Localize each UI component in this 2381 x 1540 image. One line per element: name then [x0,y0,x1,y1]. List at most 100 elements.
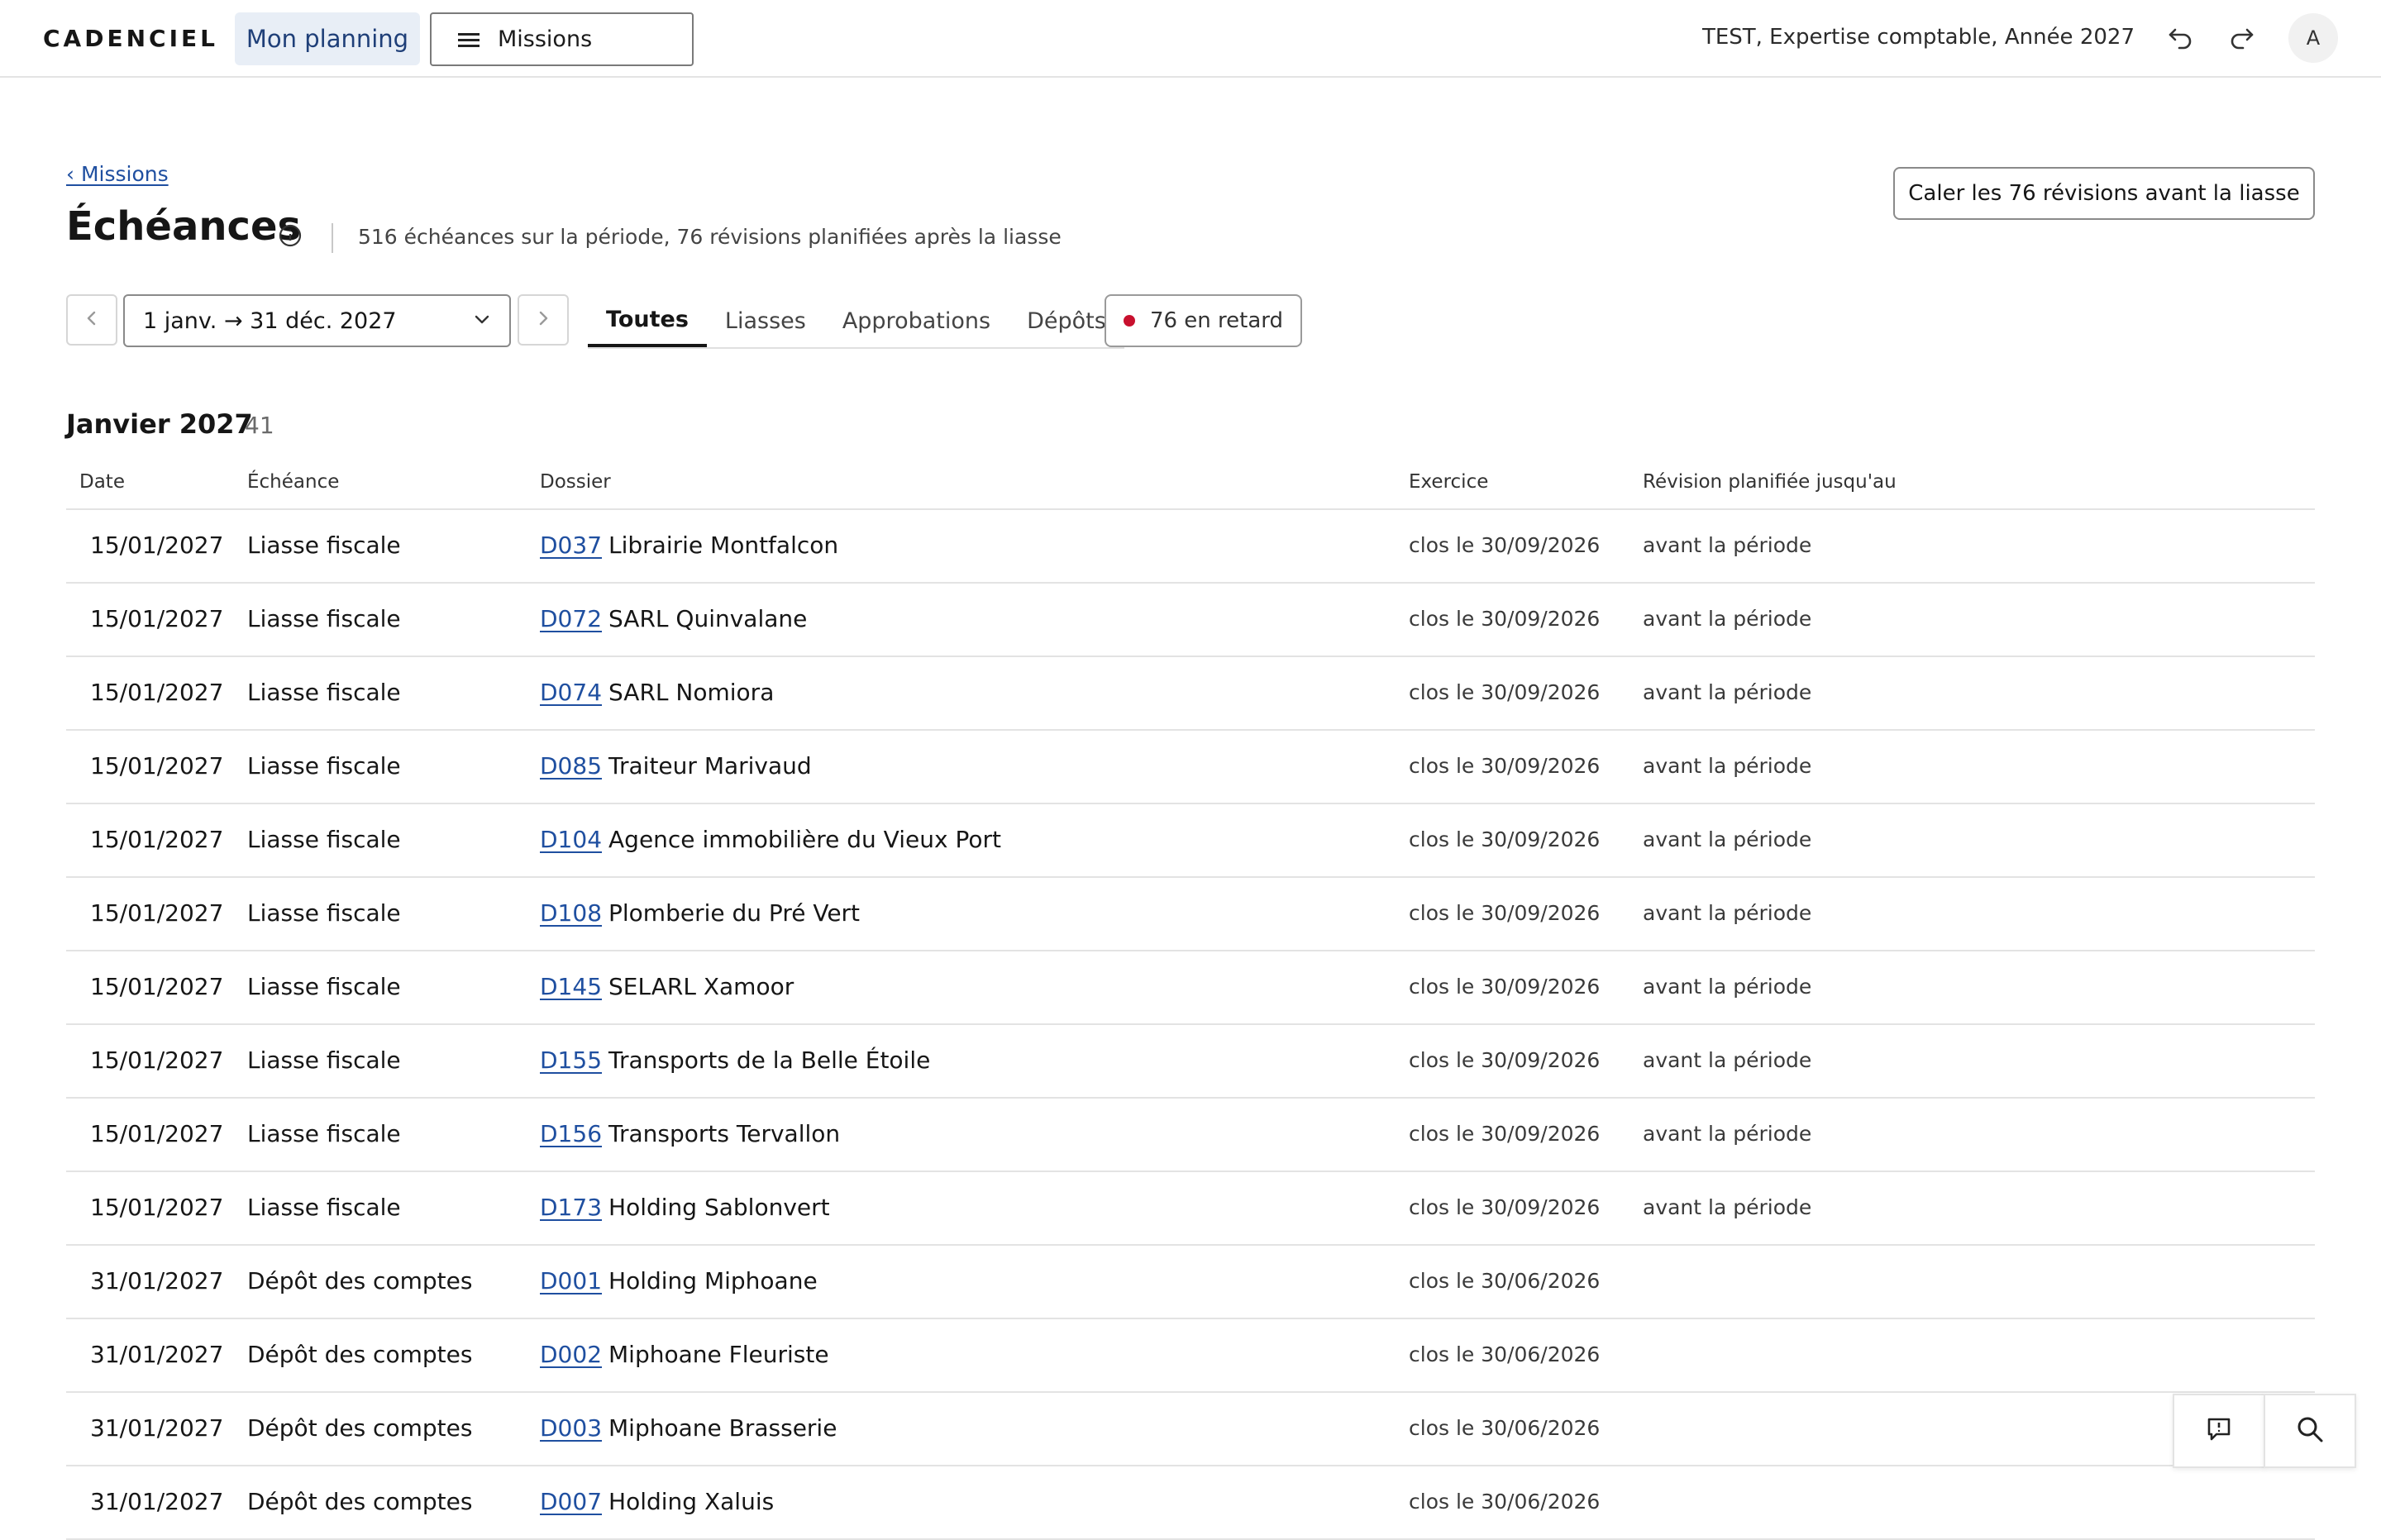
undo-button[interactable] [2164,23,2197,56]
column-header-date[interactable]: Date [79,471,125,493]
dossier-name: Miphoane Brasserie [608,1414,837,1442]
tab-liasses[interactable]: Liasses [707,294,824,347]
table-row[interactable]: 31/01/2027 Dépôt des comptes D002 Miphoane … [66,1319,2315,1393]
dossier-name: Miphoane Fleuriste [608,1341,829,1368]
row-exercice: clos le 30/09/2026 [1409,1048,1601,1072]
row-exercice: clos le 30/09/2026 [1409,901,1601,925]
table-row[interactable]: 15/01/2027 Liasse fiscale D108 Plomberie du… [66,878,2315,951]
row-exercice: clos le 30/09/2026 [1409,607,1601,631]
dossier-name: SARL Quinvalane [608,605,808,632]
row-date: 15/01/2027 [90,605,224,632]
dossier-code-link[interactable]: D156 [540,1120,602,1147]
row-date: 15/01/2027 [90,679,224,706]
table-row[interactable]: 15/01/2027 Liasse fiscale D156 Transports T… [66,1099,2315,1172]
row-echeance-type: Dépôt des comptes [247,1488,473,1515]
dossier-code-link[interactable]: D145 [540,973,602,1000]
row-dossier: D002 Miphoane Fleuriste [540,1341,829,1368]
top-bar: CADENCIEL Mon planning Missions TEST, Ex… [0,0,2381,78]
table-row[interactable]: 15/01/2027 Liasse fiscale D072 SARL Quinval… [66,584,2315,657]
tab-toutes[interactable]: Toutes [588,294,707,347]
row-echeance-type: Liasse fiscale [247,899,401,927]
row-revision: avant la période [1643,754,1812,778]
column-header-exercice[interactable]: Exercice [1409,471,1488,493]
info-icon[interactable] [278,223,303,248]
dossier-code-link[interactable]: D002 [540,1341,602,1368]
row-revision: avant la période [1643,1048,1812,1072]
row-echeance-type: Liasse fiscale [247,605,401,632]
column-header-echeance[interactable]: Échéance [247,471,339,493]
search-button[interactable] [2264,1394,2356,1468]
previous-period-button[interactable] [66,294,117,346]
table-row[interactable]: 15/01/2027 Liasse fiscale D104 Agence immob… [66,804,2315,878]
row-exercice: clos le 30/09/2026 [1409,754,1601,778]
caler-revisions-button[interactable]: Caler les 76 révisions avant la liasse [1893,167,2315,220]
row-exercice: clos le 30/09/2026 [1409,533,1601,557]
row-date: 31/01/2027 [90,1267,224,1294]
row-exercice: clos le 30/09/2026 [1409,827,1601,851]
row-date: 31/01/2027 [90,1488,224,1515]
row-date: 15/01/2027 [90,532,224,559]
row-exercice: clos le 30/09/2026 [1409,680,1601,704]
row-exercice: clos le 30/09/2026 [1409,975,1601,999]
row-dossier: D155 Transports de la Belle Étoile [540,1047,930,1074]
table-row[interactable]: 31/01/2027 Dépôt des comptes D003 Miphoane … [66,1393,2315,1466]
dossier-code-link[interactable]: D108 [540,899,602,927]
row-exercice: clos le 30/09/2026 [1409,1195,1601,1219]
dossier-code-link[interactable]: D104 [540,826,602,853]
mon-planning-button[interactable]: Mon planning [235,12,420,65]
period-select[interactable]: 1 janv. → 31 déc. 2027 [123,294,511,347]
tab-approbations[interactable]: Approbations [824,294,1009,347]
dossier-code-link[interactable]: D173 [540,1194,602,1221]
row-echeance-type: Liasse fiscale [247,973,401,1000]
dossier-code-link[interactable]: D001 [540,1267,602,1294]
dossier-code-link[interactable]: D003 [540,1414,602,1442]
redo-button[interactable] [2225,23,2258,56]
dossier-name: Holding Miphoane [608,1267,818,1294]
table-row[interactable]: 15/01/2027 Liasse fiscale D173 Holding Sabl… [66,1172,2315,1246]
dossier-code-link[interactable]: D072 [540,605,602,632]
dossier-name: Plomberie du Pré Vert [608,899,861,927]
table-row[interactable]: 15/01/2027 Liasse fiscale D037 Librairie Mo… [66,510,2315,584]
hamburger-menu-icon [458,31,480,48]
breadcrumb-missions-link[interactable]: ‹ Missions [66,162,169,186]
chevron-down-icon [473,308,491,334]
late-status-dot [1123,315,1135,327]
row-dossier: D108 Plomberie du Pré Vert [540,899,860,927]
row-echeance-type: Liasse fiscale [247,679,401,706]
late-filter-button[interactable]: 76 en retard [1105,294,1302,347]
table-row[interactable]: 15/01/2027 Liasse fiscale D155 Transports d… [66,1025,2315,1099]
user-avatar[interactable]: A [2288,13,2338,63]
context-label[interactable]: TEST, Expertise comptable, Année 2027 [1702,25,2135,50]
table-row[interactable]: 31/01/2027 Dépôt des comptes D007 Holding X… [66,1466,2315,1540]
feedback-icon [2205,1415,2233,1447]
column-header-dossier[interactable]: Dossier [540,471,611,493]
next-period-button[interactable] [518,294,569,346]
row-date: 15/01/2027 [90,1194,224,1221]
row-exercice: clos le 30/06/2026 [1409,1490,1601,1514]
row-echeance-type: Liasse fiscale [247,1047,401,1074]
row-echeance-type: Liasse fiscale [247,752,401,780]
row-dossier: D003 Miphoane Brasserie [540,1414,837,1442]
missions-menu-button[interactable]: Missions [430,12,694,66]
dossier-code-link[interactable]: D085 [540,752,602,780]
dossier-name: SARL Nomiora [608,679,775,706]
dossier-code-link[interactable]: D007 [540,1488,602,1515]
dossier-name: Holding Xaluis [608,1488,775,1515]
feedback-button[interactable] [2173,1394,2265,1468]
dossier-code-link[interactable]: D074 [540,679,602,706]
table-row[interactable]: 15/01/2027 Liasse fiscale D074 SARL Nomiora… [66,657,2315,731]
row-revision: avant la période [1643,533,1812,557]
row-date: 15/01/2027 [90,752,224,780]
row-date: 15/01/2027 [90,899,224,927]
row-date: 31/01/2027 [90,1341,224,1368]
table-row[interactable]: 31/01/2027 Dépôt des comptes D001 Holding M… [66,1246,2315,1319]
table-row[interactable]: 15/01/2027 Liasse fiscale D145 SELARL Xamoo… [66,951,2315,1025]
table-row[interactable]: 15/01/2027 Liasse fiscale D085 Traiteur Mar… [66,731,2315,804]
row-revision: avant la période [1643,607,1812,631]
column-header-revision[interactable]: Révision planifiée jusqu'au [1643,471,1897,493]
row-revision: avant la période [1643,680,1812,704]
dossier-code-link[interactable]: D037 [540,532,602,559]
row-date: 15/01/2027 [90,1047,224,1074]
echeance-type-tabs: Toutes Liasses Approbations Dépôts [588,294,1124,349]
dossier-code-link[interactable]: D155 [540,1047,602,1074]
